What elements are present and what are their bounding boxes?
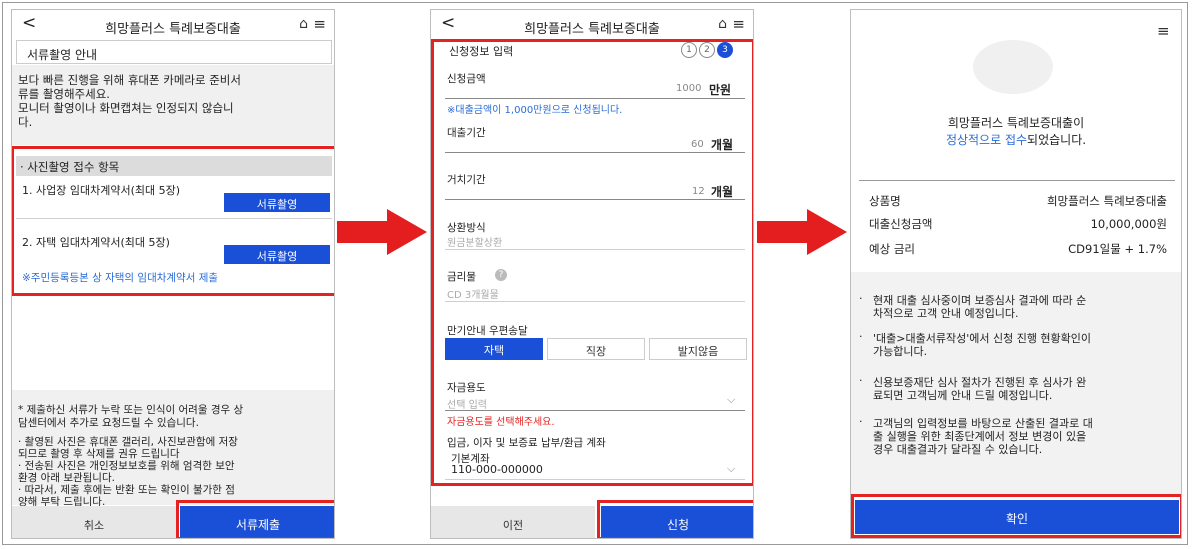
notice-box: · 현재 대출 심사중이며 보증심사 결과에 따라 순 차적으로 고객 안내 예… [851,272,1181,496]
summary-label: 예상 금리 [869,242,915,256]
status-illustration [973,40,1053,94]
summary-value: CD91일물 + 1.7% [1068,242,1167,256]
menu-icon[interactable]: ≡ [732,15,745,33]
summary-value: 10,000,000원 [1090,217,1167,231]
previous-button[interactable]: 이전 [431,506,595,538]
section-header: 서류촬영 안내 [16,40,332,64]
app-title: 희망플러스 특례보증대출 [524,22,660,37]
screenshot-frame: < 희망플러스 특례보증대출 ⌂ ≡ 서류촬영 안내 보다 빠른 진행을 위해 … [2,2,1188,545]
notice-line: 가능합니다. [873,345,928,358]
home-icon[interactable]: ⌂ [718,16,727,32]
summary-value: 희망플러스 특례보증대출 [1046,194,1167,208]
menu-icon[interactable]: ≡ [1157,22,1170,40]
notice-line: 료되면 고객님께 안내 드릴 예정입니다. [873,389,1053,402]
app-title: 희망플러스 특례보증대출 [105,22,241,37]
divider [859,180,1175,181]
intro-line: 다. [18,115,33,129]
highlight-box [176,500,334,538]
notice-line: 경우 대출결과가 달라질 수 있습니다. [873,443,1043,456]
complete-status-text: 정상적으로 접수 [945,133,1028,147]
document-capture-screen: < 희망플러스 특례보증대출 ⌂ ≡ 서류촬영 안내 보다 빠른 진행을 위해 … [11,9,335,539]
note-line: 담센터에서 추가로 요청드릴 수 있습니다. [18,417,199,429]
intro-line: 모니터 촬영이나 화면캡쳐는 인정되지 않습니 [18,101,234,115]
highlight-box [851,494,1181,538]
bullet-dot: · [859,374,863,387]
next-arrow-icon [757,209,847,255]
application-form-screen: < 희망플러스 특례보증대출 ⌂ ≡ 신청정보 입력 1 2 3 신청금액 10… [430,9,754,539]
app-header: < 희망플러스 특례보증대출 ⌂ ≡ [12,10,334,40]
app-header: < 희망플러스 특례보증대출 ⌂ ≡ [431,10,753,40]
intro-box: 보다 빠른 진행을 위해 휴대폰 카메라로 준비서 류를 촬영해주세요. 모니터… [12,65,334,145]
bullet-dot: · [859,292,863,305]
cancel-button[interactable]: 취소 [12,506,176,538]
highlight-box [12,146,334,296]
complete-message-tail: 되었습니다. [1027,133,1087,147]
highlight-box [431,39,753,486]
notice-line: 차적으로 고객 안내 예정입니다. [873,307,1019,320]
highlight-box [597,500,753,538]
home-icon[interactable]: ⌂ [299,16,308,32]
menu-icon[interactable]: ≡ [313,15,326,33]
next-arrow-icon [337,209,427,255]
summary-label: 대출신청금액 [869,217,933,231]
complete-message-line1: 희망플러스 특례보증대출이 [947,116,1085,130]
summary-label: 상품명 [869,194,901,208]
bullet-dot: · [859,330,863,343]
section-title: 서류촬영 안내 [27,48,98,62]
application-complete-screen: ≡ 희망플러스 특례보증대출이 정상적으로 접수되었습니다. 상품명 희망플러스… [850,9,1182,539]
bullet-dot: · [859,415,863,428]
complete-message-line2: 정상적으로 접수되었습니다. [851,131,1181,148]
notes-box: * 제출하신 서류가 누락 또는 인식이 어려울 경우 상 담센터에서 추가로 … [12,390,334,508]
